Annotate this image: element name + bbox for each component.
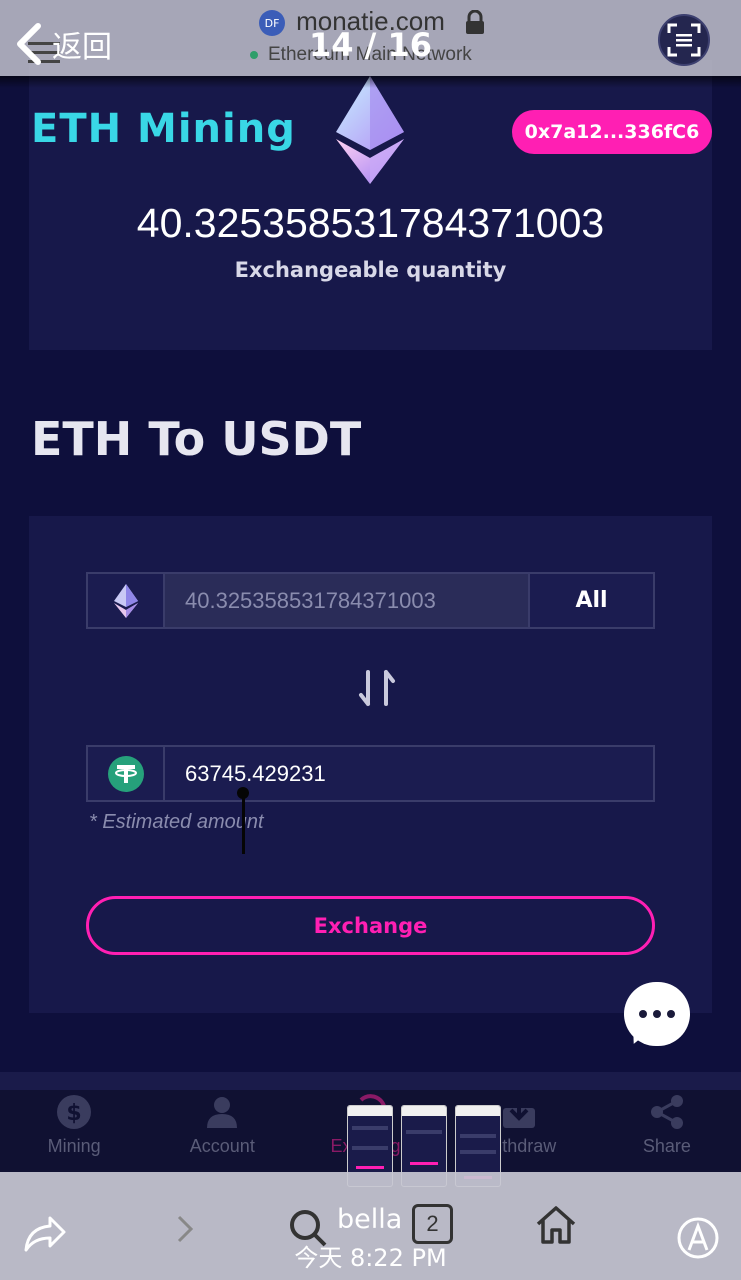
chat-dot-icon <box>639 1010 647 1018</box>
text-cursor <box>242 790 245 854</box>
tab-account[interactable]: Account <box>148 1090 296 1172</box>
usdt-token-icon <box>107 755 144 792</box>
download-icon <box>502 1096 535 1128</box>
tab-share[interactable]: Share <box>593 1090 741 1172</box>
estimated-amount-note: * Estimated amount <box>89 811 264 833</box>
tab-label: Account <box>189 1136 255 1156</box>
swap-arrows-icon[interactable] <box>358 668 396 708</box>
exchangeable-quantity-value: 40.325358531784371003 <box>136 200 605 246</box>
content-footer-band <box>0 1072 741 1090</box>
eth-amount-field: 40.325358531784371003 All <box>86 572 655 629</box>
brand-title: ETH Mining <box>31 106 296 152</box>
tab-mining[interactable]: $ Mining <box>0 1090 148 1172</box>
chat-dot-icon <box>667 1010 675 1018</box>
chat-dot-icon <box>653 1010 661 1018</box>
exchange-button[interactable]: Exchange <box>86 896 655 955</box>
eth-token-icon <box>113 583 138 618</box>
page-counter: 14 / 16 <box>308 26 433 64</box>
ethereum-logo-icon <box>336 76 404 184</box>
user-icon <box>207 1097 238 1128</box>
scan-text-icon <box>667 23 701 57</box>
dollar-icon: $ <box>57 1095 92 1129</box>
scan-button[interactable] <box>658 14 710 66</box>
eth-token-icon-cell <box>88 574 165 627</box>
exchange-section-title: ETH To USDT <box>31 412 362 466</box>
timestamp: 今天 8:22 PM <box>294 1244 447 1272</box>
device-user-name: bella <box>337 1204 403 1235</box>
tab-label: Share <box>642 1136 691 1156</box>
usdt-token-icon-cell <box>88 747 165 800</box>
all-button[interactable]: All <box>528 574 653 627</box>
usdt-amount-field: 63745.429231 <box>86 745 655 802</box>
svg-text:$: $ <box>66 1101 81 1126</box>
exchangeable-quantity-label: Exchangeable quantity <box>234 258 507 282</box>
share-icon <box>650 1095 683 1129</box>
chat-support-button[interactable] <box>624 982 690 1046</box>
wallet-address-button[interactable]: 0x7a12...336fC6 <box>512 110 712 154</box>
viewer-top-shadow <box>0 76 741 88</box>
tab-label: Mining <box>47 1136 101 1156</box>
eth-amount-input[interactable]: 40.325358531784371003 <box>165 574 528 627</box>
